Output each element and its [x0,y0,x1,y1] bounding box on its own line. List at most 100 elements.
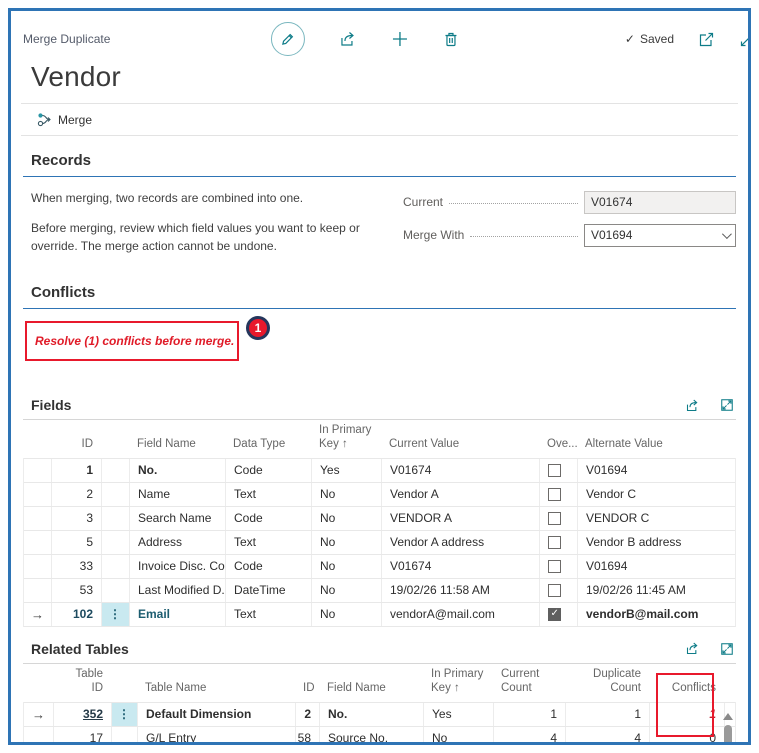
fields-share-button[interactable] [685,398,700,413]
data-type-cell[interactable]: Text [226,483,312,506]
duplicate-count-cell[interactable]: 1 [566,703,650,726]
current-value-cell[interactable]: Vendor A address [382,531,540,554]
field-name-cell[interactable]: Address [130,531,226,554]
col-field-name[interactable]: Field Name [319,678,423,701]
col-override[interactable]: Ove... [539,434,577,457]
alternate-value-cell[interactable]: vendorB@mail.com [578,603,735,626]
field-name-cell[interactable]: Name [130,483,226,506]
field-name-cell[interactable]: Last Modified D... [130,579,226,602]
row-selector-cell[interactable] [24,531,52,554]
row-selector-cell[interactable] [24,459,52,482]
override-checkbox[interactable] [548,464,561,477]
edit-button[interactable] [270,22,304,56]
row-menu-cell[interactable] [102,531,130,554]
col-in-primary-key[interactable]: In Primary Key ↑ [311,420,381,458]
row-menu-cell[interactable] [102,459,130,482]
override-checkbox[interactable] [548,512,561,525]
row-selector-cell[interactable] [24,507,52,530]
override-checkbox[interactable] [548,488,561,501]
conflicts-cell[interactable]: 0 [650,727,725,743]
row-menu-cell[interactable] [112,703,138,726]
alternate-value-cell[interactable]: V01694 [578,459,735,482]
scrollbar-thumb[interactable] [724,725,732,742]
current-value-cell[interactable]: 19/02/26 11:58 AM [382,579,540,602]
new-button[interactable] [390,30,408,48]
id-cell[interactable]: 2 [296,703,320,726]
col-table-name[interactable]: Table Name [137,678,295,701]
row-menu-cell[interactable] [102,483,130,506]
related-expand-button[interactable] [720,642,734,656]
id-cell[interactable]: 1 [52,459,102,482]
row-selector-cell[interactable] [24,703,54,726]
row-menu-cell[interactable] [102,603,130,626]
alternate-value-cell[interactable]: 19/02/26 11:45 AM [578,579,735,602]
col-alternate-value[interactable]: Alternate Value [577,434,736,457]
id-cell[interactable]: 5 [52,531,102,554]
fields-table-row[interactable]: 2 Name Text No Vendor A Vendor C [24,482,735,506]
table-name-cell[interactable]: G/L Entry [138,727,296,743]
col-field-name[interactable]: Field Name [129,434,225,457]
table-id-cell[interactable]: 17 [54,727,112,743]
related-share-button[interactable] [685,641,700,656]
id-cell[interactable]: 53 [52,579,102,602]
row-menu-cell[interactable] [112,727,138,743]
fields-table-row[interactable]: 3 Search Name Code No VENDOR A VENDOR C [24,506,735,530]
row-menu-cell[interactable] [102,579,130,602]
override-checkbox[interactable] [548,584,561,597]
field-name-cell[interactable]: Invoice Disc. Co... [130,555,226,578]
col-current-count[interactable]: Current Count [493,664,565,702]
id-cell[interactable]: 3 [52,507,102,530]
field-name-cell[interactable]: Search Name [130,507,226,530]
current-count-cell[interactable]: 1 [494,703,566,726]
fields-table-row[interactable]: 5 Address Text No Vendor A address Vendo… [24,530,735,554]
in-primary-key-cell[interactable]: No [312,507,382,530]
fields-table-row[interactable]: 102 Email Text No vendorA@mail.com vendo… [24,602,735,626]
in-primary-key-cell[interactable]: No [312,555,382,578]
current-value-cell[interactable]: Vendor A [382,483,540,506]
col-in-primary-key[interactable]: In Primary Key ↑ [423,664,493,702]
scroll-up-icon[interactable] [723,713,733,720]
data-type-cell[interactable]: Text [226,531,312,554]
override-checkbox[interactable] [548,536,561,549]
field-name-cell[interactable]: Source No. [320,727,424,743]
field-name-cell[interactable]: No. [130,459,226,482]
alternate-value-cell[interactable]: Vendor B address [578,531,735,554]
current-count-cell[interactable]: 4 [494,727,566,743]
col-duplicate-count[interactable]: Duplicate Count [565,664,649,702]
field-name-cell[interactable]: Email [130,603,226,626]
data-type-cell[interactable]: Code [226,507,312,530]
row-selector-cell[interactable] [24,727,54,743]
current-value-cell[interactable]: V01674 [382,459,540,482]
row-selector-cell[interactable] [24,579,52,602]
in-primary-key-cell[interactable]: No [312,579,382,602]
row-selector-cell[interactable] [24,555,52,578]
current-value-cell[interactable]: VENDOR A [382,507,540,530]
alternate-value-cell[interactable]: VENDOR C [578,507,735,530]
related-table-row[interactable]: 17 G/L Entry 58 Source No. No 4 4 0 [24,726,735,743]
alternate-value-cell[interactable]: V01694 [578,555,735,578]
duplicate-count-cell[interactable]: 4 [566,727,650,743]
id-cell[interactable]: 102 [52,603,102,626]
data-type-cell[interactable]: Text [226,603,312,626]
id-cell[interactable]: 33 [52,555,102,578]
data-type-cell[interactable]: Code [226,555,312,578]
row-menu-cell[interactable] [102,507,130,530]
vertical-scrollbar[interactable] [721,713,735,742]
fields-table-row[interactable]: 53 Last Modified D... DateTime No 19/02/… [24,578,735,602]
in-primary-key-cell[interactable]: Yes [312,459,382,482]
fields-expand-button[interactable] [720,398,734,412]
col-table-id[interactable]: Table ID [53,664,111,702]
popout-button[interactable] [698,31,715,48]
in-primary-key-cell[interactable]: No [424,727,494,743]
resize-button[interactable] [739,31,748,48]
in-primary-key-cell[interactable]: No [312,483,382,506]
data-type-cell[interactable]: DateTime [226,579,312,602]
alternate-value-cell[interactable]: Vendor C [578,483,735,506]
id-cell[interactable]: 2 [52,483,102,506]
field-name-cell[interactable]: No. [320,703,424,726]
row-selector-cell[interactable] [24,603,52,626]
col-data-type[interactable]: Data Type [225,434,311,457]
col-current-value[interactable]: Current Value [381,434,539,457]
merge-button[interactable]: Merge [37,112,92,127]
current-value-cell[interactable]: V01674 [382,555,540,578]
